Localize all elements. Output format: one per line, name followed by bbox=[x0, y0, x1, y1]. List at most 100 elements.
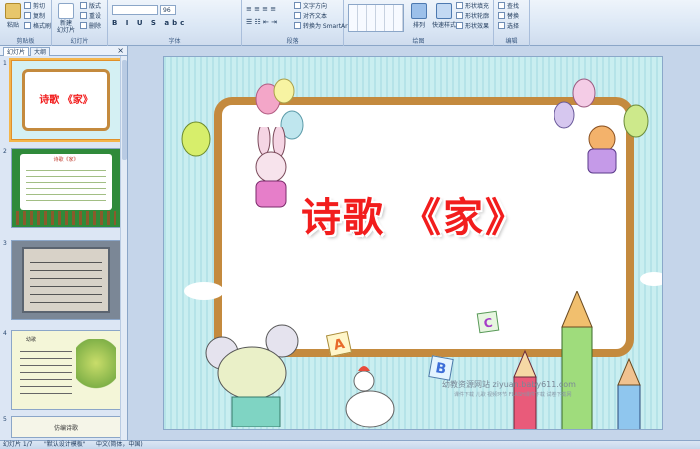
align-text-icon bbox=[294, 12, 301, 19]
reset-icon bbox=[80, 12, 87, 19]
slide-thumbnail-5[interactable]: 仿编诗歌 bbox=[11, 416, 121, 438]
thumb-2-lines bbox=[26, 165, 106, 205]
smartart-button[interactable]: 转换为 SmartArt bbox=[294, 22, 350, 31]
delete-label: 删除 bbox=[89, 23, 102, 30]
fill-bucket-icon bbox=[456, 2, 463, 9]
find-label: 查找 bbox=[507, 3, 520, 10]
slide-thumbnail-2[interactable]: 诗歌《家》 bbox=[11, 148, 121, 228]
paste-button[interactable]: 粘贴 bbox=[2, 3, 24, 29]
shape-effects-label: 形状效果 bbox=[465, 23, 490, 30]
pen-icon bbox=[456, 12, 463, 19]
align-text-label: 对齐文本 bbox=[303, 13, 328, 20]
slide-canvas[interactable]: A B C 诗歌 《家》 幼教资源网站 ziyuan.baby611.com 课… bbox=[163, 56, 663, 430]
shape-outline-label: 形状轮廓 bbox=[465, 13, 490, 20]
select-button[interactable]: 选择 bbox=[498, 22, 519, 31]
align-text-button[interactable]: 对齐文本 bbox=[294, 12, 327, 21]
slide-title[interactable]: 诗歌 《家》 bbox=[164, 185, 662, 243]
replace-button[interactable]: 替换 bbox=[498, 12, 519, 21]
text-direction-button[interactable]: 文字方向 bbox=[294, 2, 327, 11]
clipboard-group: 粘贴 剪切 复制 格式刷 剪贴板 bbox=[0, 0, 52, 46]
quick-styles-button[interactable]: 快速样式 bbox=[430, 3, 458, 29]
watermark-text: 幼教资源网站 ziyuan.baby611.com bbox=[442, 380, 576, 389]
shape-effects-button[interactable]: 形状效果 bbox=[456, 22, 489, 31]
shapes-gallery[interactable] bbox=[348, 4, 404, 32]
paragraph-group-label: 段落 bbox=[286, 38, 299, 45]
ribbon: 粘贴 剪切 复制 格式刷 剪贴板 新建 幻灯片 版式 重设 删除 幻灯片 96 … bbox=[0, 0, 700, 46]
letter-block-b: B bbox=[428, 355, 454, 381]
drawing-group-label: 绘图 bbox=[412, 38, 425, 45]
smartart-icon bbox=[294, 22, 301, 29]
pane-close-icon[interactable]: × bbox=[117, 46, 124, 56]
replace-icon bbox=[498, 12, 505, 19]
shape-fill-button[interactable]: 形状填充 bbox=[456, 2, 489, 11]
slide-editor: A B C 诗歌 《家》 幼教资源网站 ziyuan.baby611.com 课… bbox=[129, 46, 700, 440]
shape-outline-button[interactable]: 形状轮廓 bbox=[456, 12, 489, 21]
slide-thumbnail-4[interactable]: 幼歌 bbox=[11, 330, 121, 410]
status-theme: "默认设计模板" bbox=[44, 441, 86, 448]
delete-button[interactable]: 删除 bbox=[80, 22, 101, 31]
slides-group-label: 幻灯片 bbox=[70, 38, 89, 45]
font-group-label: 字体 bbox=[168, 38, 181, 45]
pane-scrollbar[interactable] bbox=[120, 56, 127, 440]
text-direction-label: 文字方向 bbox=[303, 3, 328, 10]
font-format-buttons[interactable]: B I U S abc bbox=[112, 19, 187, 27]
thumb-2-fence bbox=[16, 211, 116, 225]
thumb-num-2: 2 bbox=[3, 148, 7, 155]
format-painter-button[interactable]: 格式刷 bbox=[24, 22, 51, 31]
thumb-4-flowers bbox=[76, 339, 116, 399]
new-slide-icon bbox=[58, 3, 74, 19]
thumb-2-title: 诗歌《家》 bbox=[53, 157, 79, 163]
pane-scroll-thumb[interactable] bbox=[122, 60, 127, 160]
paste-label: 粘贴 bbox=[6, 22, 19, 29]
binoculars-icon bbox=[498, 2, 505, 9]
font-size-select[interactable]: 96 bbox=[160, 5, 176, 15]
layout-label: 版式 bbox=[89, 3, 102, 10]
copy-button[interactable]: 复制 bbox=[24, 12, 45, 21]
slides-pane: 幻灯片 大纲 × 1 诗歌 《家》 2 诗歌《家》 3 4 幼歌 5 仿编诗歌 bbox=[0, 46, 128, 440]
format-painter-label: 格式刷 bbox=[33, 23, 52, 30]
select-label: 选择 bbox=[507, 23, 520, 30]
thumb-num-4: 4 bbox=[3, 330, 7, 337]
thumb-4-lines bbox=[20, 345, 72, 397]
thumb-5-title: 仿编诗歌 bbox=[53, 425, 78, 432]
effects-icon bbox=[456, 22, 463, 29]
editing-group-label: 编辑 bbox=[505, 38, 518, 45]
new-slide-button[interactable]: 新建 幻灯片 bbox=[55, 3, 77, 34]
watermark-subtext: 课件下载 儿歌 视频环节 FLASH课件下载 试卷下载网 bbox=[454, 392, 572, 398]
arrange-button[interactable]: 排列 bbox=[408, 3, 430, 29]
text-direction-icon bbox=[294, 2, 301, 9]
pencil-houses-illustration bbox=[513, 291, 641, 429]
new-slide-label: 新建 幻灯片 bbox=[56, 20, 75, 34]
copy-icon bbox=[24, 12, 31, 19]
list-buttons[interactable]: ☰ ☷ ⇤ ⇥ bbox=[246, 18, 277, 27]
brush-icon bbox=[24, 22, 31, 29]
font-family-select[interactable] bbox=[112, 5, 158, 15]
status-language: 中文(简体，中国) bbox=[96, 441, 143, 448]
thumb-num-5: 5 bbox=[3, 416, 7, 423]
layout-button[interactable]: 版式 bbox=[80, 2, 101, 11]
reset-button[interactable]: 重设 bbox=[80, 12, 101, 21]
tab-slides[interactable]: 幻灯片 bbox=[3, 47, 30, 56]
cut-button[interactable]: 剪切 bbox=[24, 2, 45, 11]
find-button[interactable]: 查找 bbox=[498, 2, 519, 11]
rooster-illustration bbox=[345, 366, 395, 428]
letter-block-c: C bbox=[476, 310, 500, 334]
pane-tabs: 幻灯片 大纲 × bbox=[0, 46, 127, 56]
thumb-1-title: 诗歌 《家》 bbox=[39, 95, 93, 106]
slide-thumbnail-3[interactable] bbox=[11, 240, 121, 320]
slides-group: 新建 幻灯片 版式 重设 删除 幻灯片 bbox=[52, 0, 108, 46]
shape-fill-label: 形状填充 bbox=[465, 3, 490, 10]
quick-styles-label: 快速样式 bbox=[431, 22, 456, 29]
smartart-label: 转换为 SmartArt bbox=[303, 23, 350, 30]
slide-thumbnail-1[interactable]: 诗歌 《家》 bbox=[9, 58, 123, 142]
letter-block-a: A bbox=[325, 330, 353, 358]
reset-label: 重设 bbox=[89, 13, 102, 20]
arrange-icon bbox=[411, 3, 427, 19]
mouse-illustration bbox=[205, 324, 299, 427]
status-bar: 幻灯片 1/7 "默认设计模板" 中文(简体，中国) bbox=[0, 440, 700, 449]
clipboard-group-label: 剪贴板 bbox=[16, 38, 35, 45]
editing-group: 查找 替换 选择 编辑 bbox=[494, 0, 530, 46]
paragraph-align-buttons[interactable]: ≡ ≡ ≡ ≡ bbox=[246, 5, 276, 14]
tab-outline[interactable]: 大纲 bbox=[30, 47, 51, 56]
scissors-icon bbox=[24, 2, 31, 9]
